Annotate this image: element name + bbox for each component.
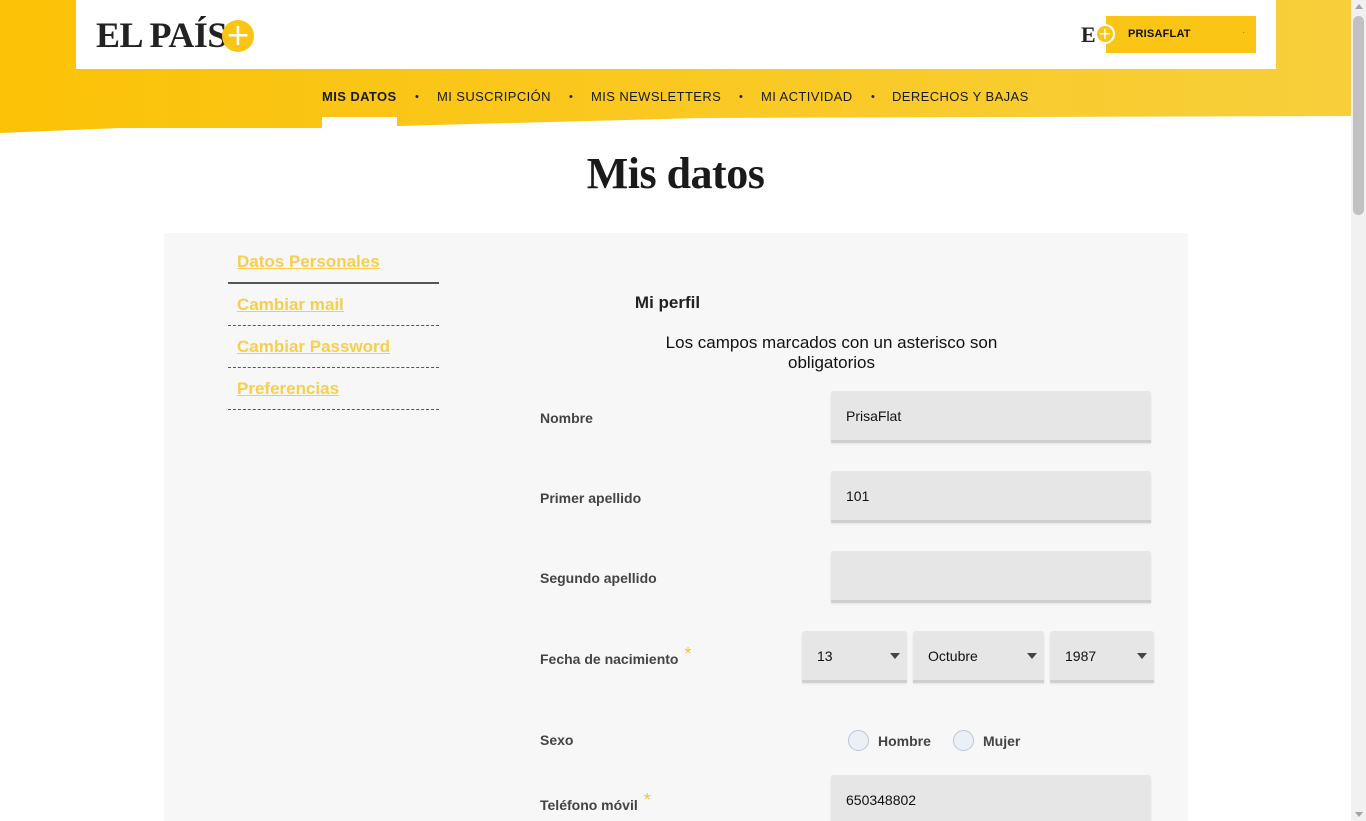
user-account-menu[interactable]: PRISAFLAT · E + xyxy=(1081,16,1256,53)
required-asterisk: * xyxy=(684,644,692,664)
radio-mujer[interactable]: Mujer xyxy=(953,730,1020,751)
scroll-down-arrow-icon[interactable] xyxy=(1355,812,1363,817)
required-asterisk: * xyxy=(643,790,651,810)
vertical-scrollbar[interactable] xyxy=(1351,0,1366,821)
primer-apellido-label: Primer apellido xyxy=(540,490,642,506)
active-tab-indicator xyxy=(322,117,397,128)
birth-month-value: Octubre xyxy=(928,648,978,664)
nav-separator: • xyxy=(569,91,573,103)
side-item-cambiar-password[interactable]: Cambiar Password xyxy=(228,326,439,368)
nombre-label: Nombre xyxy=(540,410,593,426)
logo-text: EL PAÍS xyxy=(96,15,227,55)
nav-separator: • xyxy=(739,91,743,103)
segundo-apellido-label: Segundo apellido xyxy=(540,570,657,586)
radio-circle[interactable] xyxy=(848,730,869,751)
tab-mi-actividad[interactable]: MI ACTIVIDAD xyxy=(761,89,852,105)
el-pais-e-icon: E xyxy=(1081,22,1096,47)
telefono-input[interactable] xyxy=(831,775,1151,821)
account-nav: MIS DATOS • MI SUSCRIPCIÓN • MIS NEWSLET… xyxy=(0,89,1351,105)
plus-circle-small-icon: + xyxy=(1095,24,1115,44)
birth-year-select[interactable]: 1987 xyxy=(1050,631,1154,683)
caret-down-icon xyxy=(1137,653,1147,659)
radio-mujer-label: Mujer xyxy=(983,732,1021,749)
user-name: PRISAFLAT xyxy=(1128,28,1191,40)
sexo-label: Sexo xyxy=(540,732,574,748)
user-menu-dot: · xyxy=(1242,28,1245,37)
tab-mis-newsletters[interactable]: MIS NEWSLETTERS xyxy=(591,89,721,105)
top-header: EL PAÍS + PRISAFLAT · E + xyxy=(76,0,1276,69)
telefono-label: Teléfono móvil * xyxy=(540,790,651,813)
scroll-up-arrow-icon[interactable] xyxy=(1355,4,1363,9)
primer-apellido-input[interactable] xyxy=(831,471,1151,523)
birth-month-select[interactable]: Octubre xyxy=(913,631,1044,683)
caret-down-icon xyxy=(1027,653,1037,659)
side-item-preferencias[interactable]: Preferencias xyxy=(228,368,439,410)
content-panel: Datos Personales Cambiar mail Cambiar Pa… xyxy=(164,233,1188,821)
radio-circle[interactable] xyxy=(953,730,974,751)
radio-hombre[interactable]: Hombre xyxy=(848,730,931,751)
plus-circle-icon: + xyxy=(221,19,254,52)
segundo-apellido-input[interactable] xyxy=(831,551,1151,603)
fecha-nacimiento-label: Fecha de nacimiento * xyxy=(540,644,692,667)
side-item-datos-personales[interactable]: Datos Personales xyxy=(228,245,439,284)
user-badge[interactable]: PRISAFLAT · xyxy=(1106,16,1256,53)
nav-separator: • xyxy=(415,91,419,103)
caret-down-icon xyxy=(890,653,900,659)
tab-mis-datos[interactable]: MIS DATOS xyxy=(322,89,397,105)
profile-title: Mi perfil xyxy=(634,293,701,312)
tab-mi-suscripcion[interactable]: MI SUSCRIPCIÓN xyxy=(437,89,551,105)
scrollbar-thumb[interactable] xyxy=(1353,16,1364,215)
el-pais-logo[interactable]: EL PAÍS + xyxy=(96,15,254,55)
nav-separator: • xyxy=(871,91,875,103)
side-menu: Datos Personales Cambiar mail Cambiar Pa… xyxy=(228,245,439,410)
required-fields-note: Los campos marcados con un asterisco son… xyxy=(665,333,998,372)
tab-derechos-y-bajas[interactable]: DERECHOS Y BAJAS xyxy=(892,89,1029,105)
birth-day-value: 13 xyxy=(817,648,833,664)
radio-hombre-label: Hombre xyxy=(878,732,931,749)
birth-day-select[interactable]: 13 xyxy=(802,631,907,683)
page-title: Mis datos xyxy=(586,149,765,198)
birth-year-value: 1987 xyxy=(1065,648,1097,664)
nombre-input[interactable] xyxy=(831,391,1151,443)
